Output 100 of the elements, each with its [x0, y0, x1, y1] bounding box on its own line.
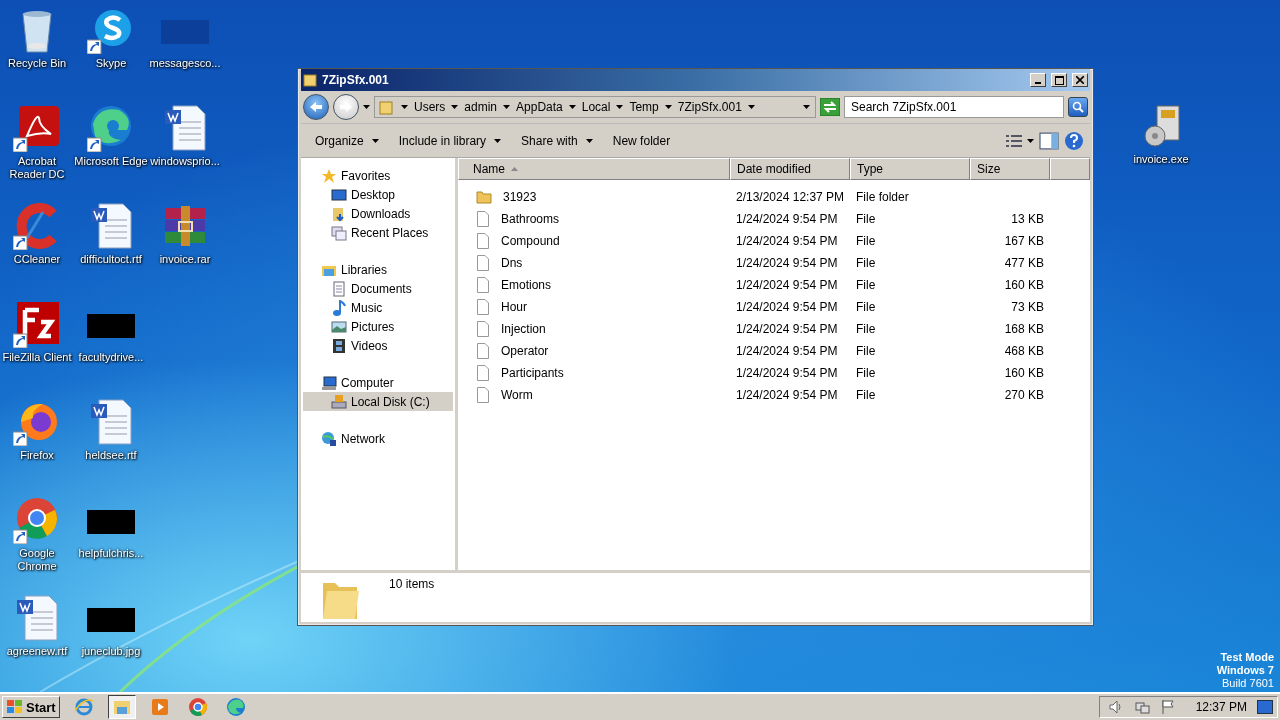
- file-name[interactable]: Bathrooms: [495, 212, 560, 226]
- minimize-button[interactable]: [1030, 73, 1046, 87]
- icon-label: juneclub.jpg: [81, 645, 141, 658]
- nav-item[interactable]: Libraries: [303, 260, 453, 279]
- swirl-logo-icon: [225, 697, 246, 717]
- icon-label: FileZilla Client: [2, 351, 72, 364]
- breadcrumb[interactable]: AppData: [516, 100, 563, 114]
- caret-icon: [616, 105, 624, 109]
- test-mode-text: Build 7601: [1222, 677, 1274, 690]
- size-cell-text: 160 KB: [1003, 278, 1045, 292]
- caret-icon: [802, 105, 811, 109]
- nav-item[interactable]: Local Disk (C:): [303, 392, 453, 411]
- blank-file-icon: [476, 321, 490, 337]
- help-icon[interactable]: [1064, 130, 1084, 151]
- breadcrumb[interactable]: Temp: [629, 100, 659, 114]
- search-button[interactable]: [1068, 97, 1088, 117]
- column-header[interactable]: Size: [970, 158, 1050, 180]
- date-cell-text: 1/24/2024 9:54 PM: [735, 256, 839, 270]
- nav-item[interactable]: Documents: [303, 279, 453, 298]
- toolbar-button[interactable]: Organize: [307, 130, 387, 151]
- computer-icon: [321, 374, 337, 391]
- start-button[interactable]: Start: [2, 696, 60, 718]
- type-cell-text: File: [855, 388, 877, 402]
- breadcrumb[interactable]: admin: [464, 100, 498, 114]
- breadcrumb[interactable]: Users: [414, 100, 446, 114]
- e-logo-icon: [73, 697, 94, 717]
- nav-item[interactable]: Favorites: [303, 166, 453, 185]
- file-name[interactable]: Operator: [495, 344, 549, 358]
- size-cell-text: 167 KB: [1003, 234, 1045, 248]
- network-icon[interactable]: [1133, 699, 1150, 715]
- close-button[interactable]: [1072, 73, 1088, 87]
- blank-file-icon: [476, 233, 490, 249]
- icon-label: Microsoft Edge: [74, 155, 148, 168]
- nav-item[interactable]: Pictures: [303, 317, 453, 336]
- icon-label: Recycle Bin: [7, 57, 67, 70]
- blank-file-icon: [476, 387, 490, 403]
- file-name[interactable]: Compound: [495, 234, 560, 248]
- file-name[interactable]: Worm: [495, 388, 533, 402]
- type-cell-text: File: [855, 300, 877, 314]
- type-cell-text: File: [855, 278, 877, 292]
- date-cell-text: 1/24/2024 9:54 PM: [735, 366, 839, 380]
- icon-label: Firefox: [20, 449, 54, 462]
- caret-icon: [401, 105, 408, 109]
- icon-label: Google Chrome: [16, 547, 58, 573]
- column-header[interactable]: Type: [850, 158, 970, 180]
- preview-pane-icon[interactable]: [1038, 131, 1060, 150]
- nav-item[interactable]: Desktop: [303, 185, 453, 204]
- breadcrumb[interactable]: Local: [581, 100, 611, 114]
- speaker-icon[interactable]: [1107, 699, 1124, 715]
- view-options-icon[interactable]: [1005, 133, 1023, 148]
- film-icon: [331, 337, 347, 354]
- file-name[interactable]: Dns: [495, 256, 523, 270]
- taskbar-app[interactable]: [107, 695, 136, 719]
- icon-label: agreenew.rtf: [6, 645, 68, 658]
- column-header[interactable]: Name: [458, 158, 730, 180]
- size-cell-text: 468 KB: [1003, 344, 1045, 358]
- file-name[interactable]: Injection: [495, 322, 546, 336]
- date-cell-text: 1/24/2024 9:54 PM: [735, 344, 839, 358]
- blank-file-icon: [476, 255, 490, 271]
- icon-label: windowsprio...: [150, 155, 220, 168]
- refresh-icon[interactable]: [820, 98, 840, 116]
- icon-label: messagesco...: [149, 57, 221, 70]
- drive-icon: [331, 393, 347, 410]
- forward-button[interactable]: [333, 94, 359, 120]
- toolbar-button[interactable]: New folder: [604, 130, 679, 151]
- sort-arrow-icon: [511, 167, 518, 171]
- breadcrumb[interactable]: 7ZipSfx.001: [677, 100, 742, 114]
- type-cell-text: File: [855, 212, 877, 226]
- date-cell-text: 1/24/2024 9:54 PM: [735, 322, 839, 336]
- close-icon: [1076, 76, 1084, 84]
- icon-label: invoice.exe: [1133, 153, 1189, 166]
- size-cell-text: 73 KB: [1010, 300, 1045, 314]
- nav-item[interactable]: Videos: [303, 336, 453, 355]
- file-name[interactable]: 31923: [497, 190, 537, 204]
- caret-icon: [371, 138, 379, 143]
- download-folder-icon: [331, 205, 347, 222]
- nav-item[interactable]: Network: [303, 429, 453, 448]
- maximize-button[interactable]: [1051, 73, 1067, 87]
- file-name[interactable]: Participants: [495, 366, 564, 380]
- nav-item[interactable]: Computer: [303, 373, 453, 392]
- blank-file-icon: [476, 277, 490, 293]
- nav-item[interactable]: Recent Places: [303, 223, 453, 242]
- flag-icon[interactable]: [1159, 699, 1176, 715]
- icon-label: Skype: [95, 57, 127, 70]
- file-name[interactable]: Emotions: [495, 278, 552, 292]
- icon-label: CCleaner: [13, 253, 61, 266]
- icon-label: difficultoct.rtf: [80, 253, 142, 266]
- clock[interactable]: 12:37 PM: [1195, 700, 1247, 714]
- nav-item[interactable]: Downloads: [303, 204, 453, 223]
- toolbar-button[interactable]: Share with: [513, 130, 601, 151]
- address-bar[interactable]: Users admin AppData Local Temp 7ZipSfx.001: [374, 96, 816, 118]
- back-button[interactable]: [303, 94, 329, 120]
- search-field[interactable]: Search 7ZipSfx.001: [844, 96, 1064, 118]
- monitor-icon: [331, 186, 347, 203]
- column-header[interactable]: Date modified: [730, 158, 850, 180]
- nav-item[interactable]: Music: [303, 298, 453, 317]
- network-globe-icon: [321, 430, 337, 447]
- toolbar-button[interactable]: Include in library: [390, 130, 510, 151]
- show-desktop-icon[interactable]: [1257, 700, 1273, 714]
- file-name[interactable]: Hour: [495, 300, 527, 314]
